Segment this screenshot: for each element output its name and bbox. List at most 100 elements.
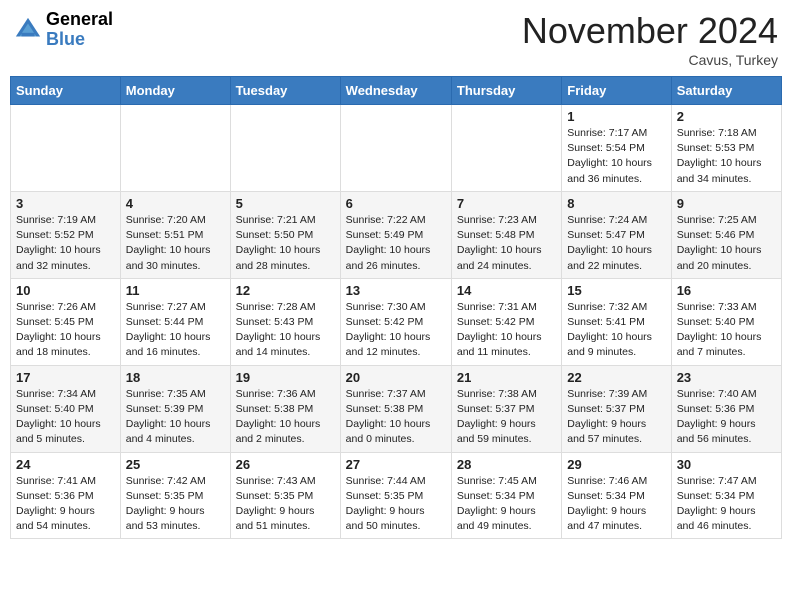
day-number: 28 (457, 457, 556, 472)
calendar-day-cell: 9Sunrise: 7:25 AM Sunset: 5:46 PM Daylig… (671, 191, 781, 278)
day-info: Sunrise: 7:41 AM Sunset: 5:36 PM Dayligh… (16, 474, 115, 535)
day-info: Sunrise: 7:25 AM Sunset: 5:46 PM Dayligh… (677, 213, 776, 274)
calendar-day-cell: 28 Sunrise: 7:45 AM Sunset: 5:34 PM Dayli… (451, 452, 561, 539)
logo-icon (14, 16, 42, 44)
calendar-day-cell: 10 Sunrise: 7:26 AM Sunset: 5:45 PM Dayli… (11, 278, 121, 365)
calendar-day-cell: 20 Sunrise: 7:37 AM Sunset: 5:38 PM Dayli… (340, 365, 451, 452)
day-number: 23 (677, 370, 776, 385)
day-info: Sunrise: 7:46 AM Sunset: 5:34 PM Dayligh… (567, 474, 665, 535)
calendar-day-cell: 13 Sunrise: 7:30 AM Sunset: 5:42 PM Dayli… (340, 278, 451, 365)
calendar-day-cell: 2Sunrise: 7:18 AM Sunset: 5:53 PM Daylig… (671, 105, 781, 192)
logo-text: General Blue (46, 10, 113, 50)
calendar-week-row: 17 Sunrise: 7:34 AM Sunset: 5:40 PM Dayli… (11, 365, 782, 452)
calendar-day-cell: 14 Sunrise: 7:31 AM Sunset: 5:42 PM Dayli… (451, 278, 561, 365)
day-info: Sunrise: 7:27 AM Sunset: 5:44 PM Dayligh… (126, 300, 225, 361)
day-number: 30 (677, 457, 776, 472)
calendar-week-row: 1 Sunrise: 7:17 AM Sunset: 5:54 PM Daylig… (11, 105, 782, 192)
day-info: Sunrise: 7:44 AM Sunset: 5:35 PM Dayligh… (346, 474, 446, 535)
calendar-day-cell: 22 Sunrise: 7:39 AM Sunset: 5:37 PM Dayli… (562, 365, 671, 452)
day-number: 14 (457, 283, 556, 298)
calendar-day-cell (120, 105, 230, 192)
day-info: Sunrise: 7:45 AM Sunset: 5:34 PM Dayligh… (457, 474, 556, 535)
column-header-saturday: Saturday (671, 77, 781, 105)
day-info: Sunrise: 7:17 AM Sunset: 5:54 PM Dayligh… (567, 126, 665, 187)
calendar-day-cell: 16 Sunrise: 7:33 AM Sunset: 5:40 PM Dayli… (671, 278, 781, 365)
column-header-tuesday: Tuesday (230, 77, 340, 105)
calendar-day-cell (451, 105, 561, 192)
day-number: 6 (346, 196, 446, 211)
calendar-day-cell: 6 Sunrise: 7:22 AM Sunset: 5:49 PM Daylig… (340, 191, 451, 278)
day-number: 20 (346, 370, 446, 385)
calendar-day-cell: 3 Sunrise: 7:19 AM Sunset: 5:52 PM Daylig… (11, 191, 121, 278)
column-header-wednesday: Wednesday (340, 77, 451, 105)
day-number: 16 (677, 283, 776, 298)
day-number: 5 (236, 196, 335, 211)
calendar-day-cell: 18 Sunrise: 7:35 AM Sunset: 5:39 PM Dayli… (120, 365, 230, 452)
title-block: November 2024 Cavus, Turkey (522, 10, 778, 68)
day-info: Sunrise: 7:28 AM Sunset: 5:43 PM Dayligh… (236, 300, 335, 361)
calendar-day-cell: 19 Sunrise: 7:36 AM Sunset: 5:38 PM Dayli… (230, 365, 340, 452)
day-info: Sunrise: 7:47 AM Sunset: 5:34 PM Dayligh… (677, 474, 776, 535)
day-number: 10 (16, 283, 115, 298)
calendar-day-cell: 17 Sunrise: 7:34 AM Sunset: 5:40 PM Dayli… (11, 365, 121, 452)
day-number: 1 (567, 109, 665, 124)
calendar-day-cell: 7Sunrise: 7:23 AM Sunset: 5:48 PM Daylig… (451, 191, 561, 278)
day-info: Sunrise: 7:26 AM Sunset: 5:45 PM Dayligh… (16, 300, 115, 361)
column-header-friday: Friday (562, 77, 671, 105)
calendar-day-cell: 25Sunrise: 7:42 AM Sunset: 5:35 PM Dayli… (120, 452, 230, 539)
day-number: 22 (567, 370, 665, 385)
calendar-day-cell: 24 Sunrise: 7:41 AM Sunset: 5:36 PM Dayli… (11, 452, 121, 539)
calendar-day-cell: 15 Sunrise: 7:32 AM Sunset: 5:41 PM Dayli… (562, 278, 671, 365)
day-number: 24 (16, 457, 115, 472)
day-number: 17 (16, 370, 115, 385)
day-info: Sunrise: 7:30 AM Sunset: 5:42 PM Dayligh… (346, 300, 446, 361)
calendar-week-row: 10 Sunrise: 7:26 AM Sunset: 5:45 PM Dayli… (11, 278, 782, 365)
day-info: Sunrise: 7:42 AM Sunset: 5:35 PM Dayligh… (126, 474, 225, 535)
column-header-thursday: Thursday (451, 77, 561, 105)
day-number: 21 (457, 370, 556, 385)
day-info: Sunrise: 7:18 AM Sunset: 5:53 PM Dayligh… (677, 126, 776, 187)
day-info: Sunrise: 7:36 AM Sunset: 5:38 PM Dayligh… (236, 387, 335, 448)
column-header-monday: Monday (120, 77, 230, 105)
day-info: Sunrise: 7:40 AM Sunset: 5:36 PM Dayligh… (677, 387, 776, 448)
day-info: Sunrise: 7:32 AM Sunset: 5:41 PM Dayligh… (567, 300, 665, 361)
day-number: 15 (567, 283, 665, 298)
day-number: 3 (16, 196, 115, 211)
calendar-week-row: 3 Sunrise: 7:19 AM Sunset: 5:52 PM Daylig… (11, 191, 782, 278)
calendar-day-cell (340, 105, 451, 192)
calendar-day-cell: 26 Sunrise: 7:43 AM Sunset: 5:35 PM Dayli… (230, 452, 340, 539)
day-info: Sunrise: 7:19 AM Sunset: 5:52 PM Dayligh… (16, 213, 115, 274)
calendar-day-cell: 23 Sunrise: 7:40 AM Sunset: 5:36 PM Dayli… (671, 365, 781, 452)
calendar-week-row: 24 Sunrise: 7:41 AM Sunset: 5:36 PM Dayli… (11, 452, 782, 539)
day-number: 13 (346, 283, 446, 298)
calendar-day-cell (11, 105, 121, 192)
day-number: 18 (126, 370, 225, 385)
calendar-table: SundayMondayTuesdayWednesdayThursdayFrid… (10, 76, 782, 539)
calendar-day-cell: 30 Sunrise: 7:47 AM Sunset: 5:34 PM Dayli… (671, 452, 781, 539)
day-number: 19 (236, 370, 335, 385)
day-number: 12 (236, 283, 335, 298)
calendar-day-cell: 8Sunrise: 7:24 AM Sunset: 5:47 PM Daylig… (562, 191, 671, 278)
day-info: Sunrise: 7:33 AM Sunset: 5:40 PM Dayligh… (677, 300, 776, 361)
day-number: 26 (236, 457, 335, 472)
day-info: Sunrise: 7:39 AM Sunset: 5:37 PM Dayligh… (567, 387, 665, 448)
day-info: Sunrise: 7:23 AM Sunset: 5:48 PM Dayligh… (457, 213, 556, 274)
day-info: Sunrise: 7:34 AM Sunset: 5:40 PM Dayligh… (16, 387, 115, 448)
calendar-day-cell: 1 Sunrise: 7:17 AM Sunset: 5:54 PM Daylig… (562, 105, 671, 192)
logo: General Blue (14, 10, 113, 50)
page-header: General Blue November 2024 Cavus, Turkey (10, 10, 782, 68)
calendar-day-cell: 11 Sunrise: 7:27 AM Sunset: 5:44 PM Dayli… (120, 278, 230, 365)
calendar-day-cell: 5Sunrise: 7:21 AM Sunset: 5:50 PM Daylig… (230, 191, 340, 278)
calendar-day-cell: 29Sunrise: 7:46 AM Sunset: 5:34 PM Dayli… (562, 452, 671, 539)
day-info: Sunrise: 7:37 AM Sunset: 5:38 PM Dayligh… (346, 387, 446, 448)
day-info: Sunrise: 7:24 AM Sunset: 5:47 PM Dayligh… (567, 213, 665, 274)
calendar-day-cell (230, 105, 340, 192)
day-number: 4 (126, 196, 225, 211)
calendar-day-cell: 21Sunrise: 7:38 AM Sunset: 5:37 PM Dayli… (451, 365, 561, 452)
calendar-day-cell: 27Sunrise: 7:44 AM Sunset: 5:35 PM Dayli… (340, 452, 451, 539)
day-info: Sunrise: 7:22 AM Sunset: 5:49 PM Dayligh… (346, 213, 446, 274)
day-info: Sunrise: 7:43 AM Sunset: 5:35 PM Dayligh… (236, 474, 335, 535)
day-info: Sunrise: 7:31 AM Sunset: 5:42 PM Dayligh… (457, 300, 556, 361)
day-number: 11 (126, 283, 225, 298)
day-info: Sunrise: 7:35 AM Sunset: 5:39 PM Dayligh… (126, 387, 225, 448)
